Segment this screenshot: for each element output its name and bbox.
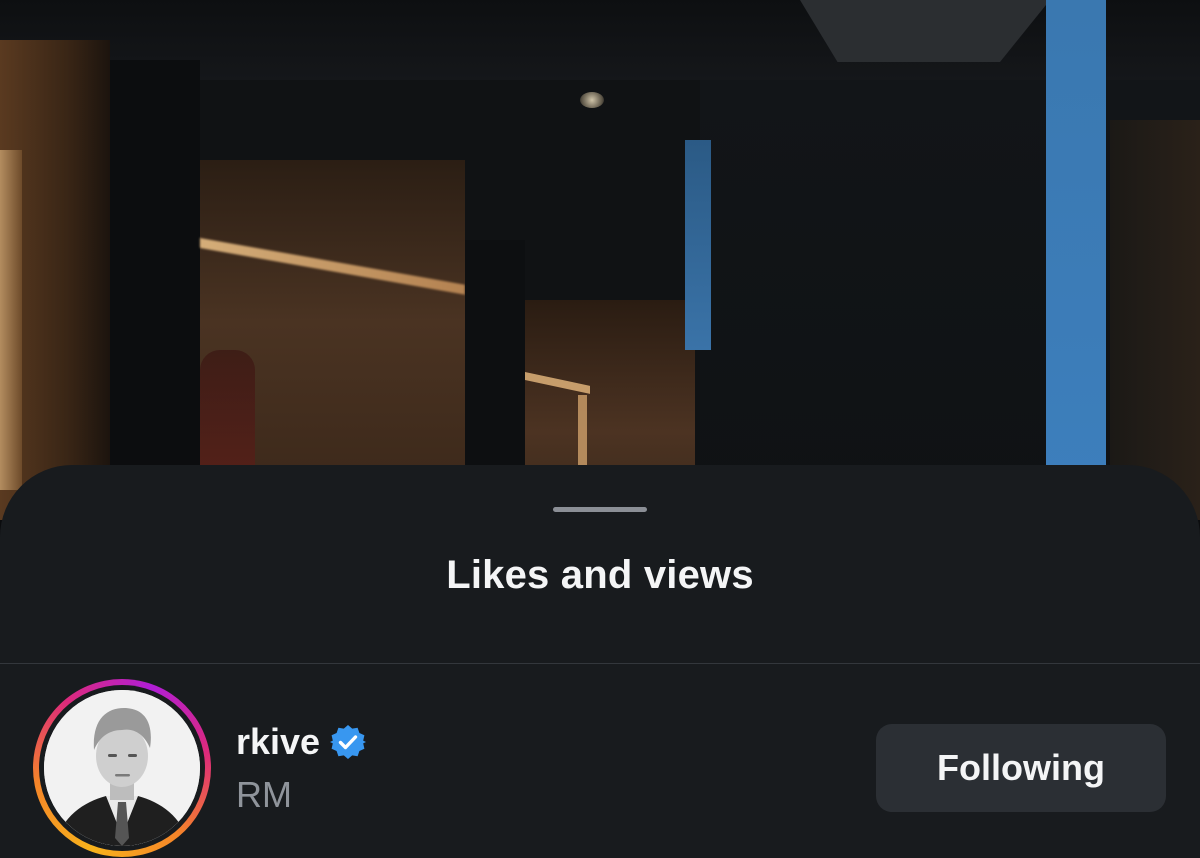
username-line: rkive (236, 721, 367, 763)
screen: Likes and views rkive RM Following (0, 0, 1200, 858)
likes-and-views-sheet: Likes and views rkive RM Following (0, 465, 1200, 858)
avatar[interactable] (44, 690, 200, 846)
photo-ceiling-lamp (580, 92, 604, 108)
photo-right-corner (1110, 120, 1200, 520)
username[interactable]: rkive (236, 721, 320, 763)
background-photo[interactable] (0, 0, 1200, 520)
story-ring[interactable] (33, 679, 211, 857)
photo-second-light-vertical (578, 395, 587, 470)
sheet-grabber-handle[interactable] (553, 507, 647, 512)
verified-badge-icon (330, 724, 367, 760)
profile-photo-icon (44, 690, 200, 846)
sheet-title: Likes and views (446, 553, 754, 597)
full-name: RM (236, 774, 292, 815)
photo-blue-light-left (685, 140, 711, 350)
user-list-item[interactable]: rkive RM Following (0, 664, 1200, 858)
following-button[interactable]: Following (876, 724, 1166, 812)
avatar-ring-gap (39, 685, 205, 851)
photo-blue-light-right (1046, 0, 1106, 520)
photo-left-light (0, 150, 22, 490)
photo-pillar (110, 60, 200, 520)
